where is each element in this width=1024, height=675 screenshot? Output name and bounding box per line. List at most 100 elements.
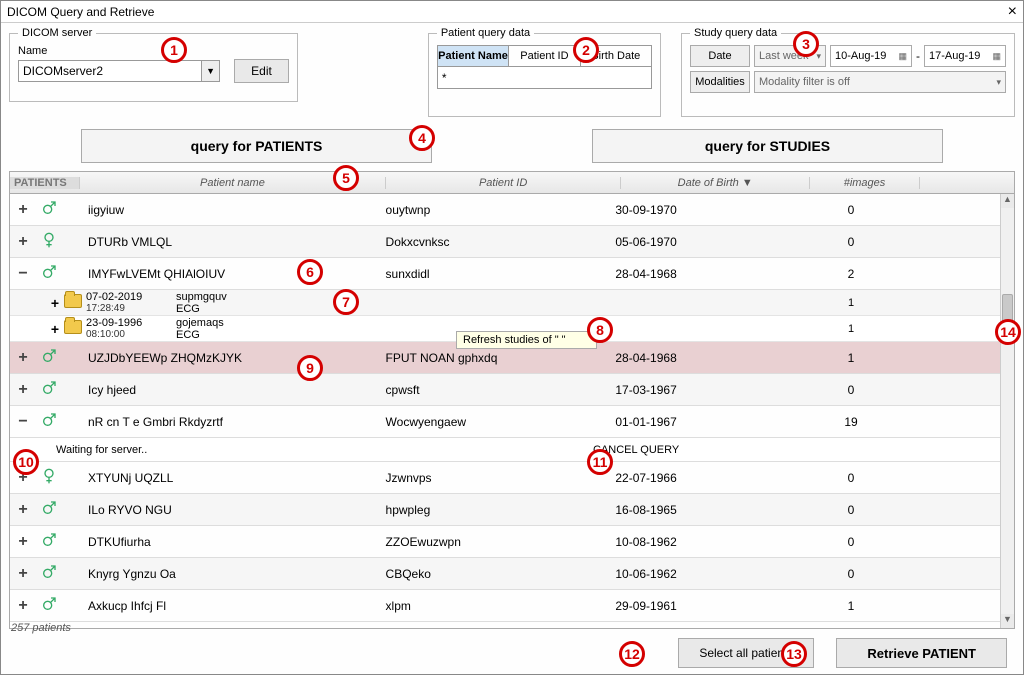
cell-patient-id: ZZOEwuzwpn [382, 535, 612, 549]
date-to-picker[interactable]: 17-Aug-19▦ [924, 45, 1006, 67]
table-row[interactable]: + XTYUNj UQZLL Jzwnvps 22-07-1966 0 [10, 462, 1000, 494]
cell-patient-name: Axkucp Ihfcj Fl [62, 599, 382, 613]
study-row[interactable]: + 23-09-199608:10:00 gojemaqsECG Refresh… [10, 316, 1000, 342]
expand-toggle[interactable]: + [46, 295, 64, 311]
retrieve-patient-button[interactable]: Retrieve PATIENT [836, 638, 1007, 668]
folder-icon [64, 294, 86, 311]
sex-icon [36, 264, 62, 283]
cell-dob: 10-08-1962 [611, 535, 796, 549]
modalities-label-button[interactable]: Modalities [690, 71, 750, 93]
sex-icon [36, 412, 62, 431]
server-legend: DICOM server [18, 27, 96, 39]
sex-icon [36, 532, 62, 551]
study-description: gojemaqsECG [176, 317, 286, 341]
query-patients-button[interactable]: query for PATIENTS [81, 129, 432, 163]
table-row[interactable]: + DTKUfiurha ZZOEwuzwpn 10-08-1962 0 [10, 526, 1000, 558]
cell-patient-id: FPUT NOAN gphxdq [382, 351, 612, 365]
scroll-down-icon[interactable]: ▼ [1001, 614, 1014, 628]
expand-toggle[interactable]: − [10, 265, 36, 283]
cell-dob: 29-09-1961 [611, 599, 796, 613]
server-name-label: Name [18, 45, 289, 57]
cell-images: 0 [796, 235, 906, 249]
cell-patient-name: Icy hjeed [62, 383, 382, 397]
refresh-studies-tooltip: Refresh studies of " " [456, 331, 597, 349]
cell-patient-name: ILo RYVO NGU [62, 503, 382, 517]
expand-toggle[interactable]: + [10, 381, 36, 399]
cell-dob: 30-09-1970 [611, 203, 796, 217]
scroll-up-icon[interactable]: ▲ [1001, 194, 1014, 208]
cell-dob: 01-01-1967 [611, 415, 796, 429]
cancel-query-button[interactable]: CANCEL QUERY [463, 444, 1000, 456]
sex-icon [36, 564, 62, 583]
cell-images: 2 [796, 267, 906, 281]
waiting-row: Waiting for server.. CANCEL QUERY [10, 438, 1000, 462]
sex-icon [36, 200, 62, 219]
cell-patient-id: Dokxcvnksc [382, 235, 612, 249]
expand-toggle[interactable]: + [10, 349, 36, 367]
patient-query-input[interactable] [437, 67, 652, 89]
expand-toggle[interactable]: + [46, 321, 64, 337]
expand-toggle[interactable]: + [10, 501, 36, 519]
expand-toggle[interactable]: − [10, 413, 36, 431]
expand-toggle[interactable]: + [10, 597, 36, 615]
calendar-icon: ▦ [898, 51, 907, 62]
expand-toggle[interactable]: + [10, 533, 36, 551]
cell-patient-id: Jzwnvps [382, 471, 612, 485]
col-header-images[interactable]: #images [810, 177, 920, 189]
col-header-id[interactable]: Patient ID [386, 177, 622, 189]
window-title: DICOM Query and Retrieve [7, 1, 154, 23]
study-datetime: 23-09-199608:10:00 [86, 317, 176, 341]
table-row[interactable]: + DTURb VMLQL Dokxcvnksc 05-06-1970 0 [10, 226, 1000, 258]
scrollbar-thumb[interactable] [1002, 294, 1013, 332]
table-row[interactable]: + Icy hjeed cpwsft 17-03-1967 0 [10, 374, 1000, 406]
cell-images: 0 [796, 383, 906, 397]
table-row[interactable]: + iigyiuw ouytwnp 30-09-1970 0 [10, 194, 1000, 226]
patient-query-group: Patient query data Patient Name Patient … [428, 27, 661, 117]
date-from-picker[interactable]: 10-Aug-19▦ [830, 45, 912, 67]
chevron-down-icon: ▼ [206, 66, 215, 76]
edit-server-button[interactable]: Edit [234, 59, 289, 83]
study-query-legend: Study query data [690, 27, 781, 39]
col-header-name[interactable]: Patient name [80, 177, 386, 189]
sex-icon [36, 468, 62, 487]
sex-icon [36, 380, 62, 399]
date-preset-dropdown[interactable]: Last week▾ [754, 45, 826, 67]
server-name-input[interactable] [18, 60, 202, 82]
patient-query-legend: Patient query data [437, 27, 534, 39]
table-row[interactable]: − IMYFwLVEMt QHIAlOIUV sunxdidl 28-04-19… [10, 258, 1000, 290]
select-all-patients-button[interactable]: Select all patients [678, 638, 814, 668]
cell-dob: 05-06-1970 [611, 235, 796, 249]
cell-patient-id: ouytwnp [382, 203, 612, 217]
cell-patient-id: sunxdidl [382, 267, 612, 281]
vertical-scrollbar[interactable]: ▲ ▼ [1000, 194, 1014, 628]
query-studies-button[interactable]: query for STUDIES [592, 129, 943, 163]
expand-toggle[interactable]: + [10, 565, 36, 583]
col-header-dob[interactable]: Date of Birth ▼ [621, 177, 810, 189]
cell-images: 0 [796, 503, 906, 517]
table-row[interactable]: + Axkucp Ihfcj Fl xlpm 29-09-1961 1 [10, 590, 1000, 622]
tab-patient-id[interactable]: Patient ID [509, 46, 580, 66]
patients-tab[interactable]: PATIENTS [10, 177, 80, 189]
table-row[interactable]: − nR cn T e Gmbri Rkdyzrtf Wocwyengaew 0… [10, 406, 1000, 438]
cell-images: 1 [796, 297, 906, 309]
date-label-button[interactable]: Date [690, 45, 750, 67]
table-row[interactable]: + ILo RYVO NGU hpwpleg 16-08-1965 0 [10, 494, 1000, 526]
tab-birth-date[interactable]: Birth Date [581, 46, 651, 66]
cell-dob: 28-04-1968 [611, 267, 796, 281]
study-row[interactable]: + 07-02-201917:28:49 supmgquvECG 1 [10, 290, 1000, 316]
server-dropdown-button[interactable]: ▼ [202, 60, 220, 82]
table-row[interactable]: + Knyrg Ygnzu Oa CBQeko 10-06-1962 0 [10, 558, 1000, 590]
expand-toggle[interactable]: + [10, 201, 36, 219]
close-icon[interactable]: × [1008, 1, 1017, 23]
cell-dob: 10-06-1962 [611, 567, 796, 581]
modalities-dropdown[interactable]: Modality filter is off▾ [754, 71, 1006, 93]
cell-images: 1 [796, 323, 906, 335]
tab-patient-name[interactable]: Patient Name [438, 46, 509, 66]
cell-dob: 22-07-1966 [611, 471, 796, 485]
expand-toggle[interactable]: + [10, 233, 36, 251]
expand-toggle[interactable]: + [10, 469, 36, 487]
cell-images: 0 [796, 567, 906, 581]
cell-images: 0 [796, 471, 906, 485]
folder-icon [64, 320, 86, 337]
cell-images: 19 [796, 415, 906, 429]
